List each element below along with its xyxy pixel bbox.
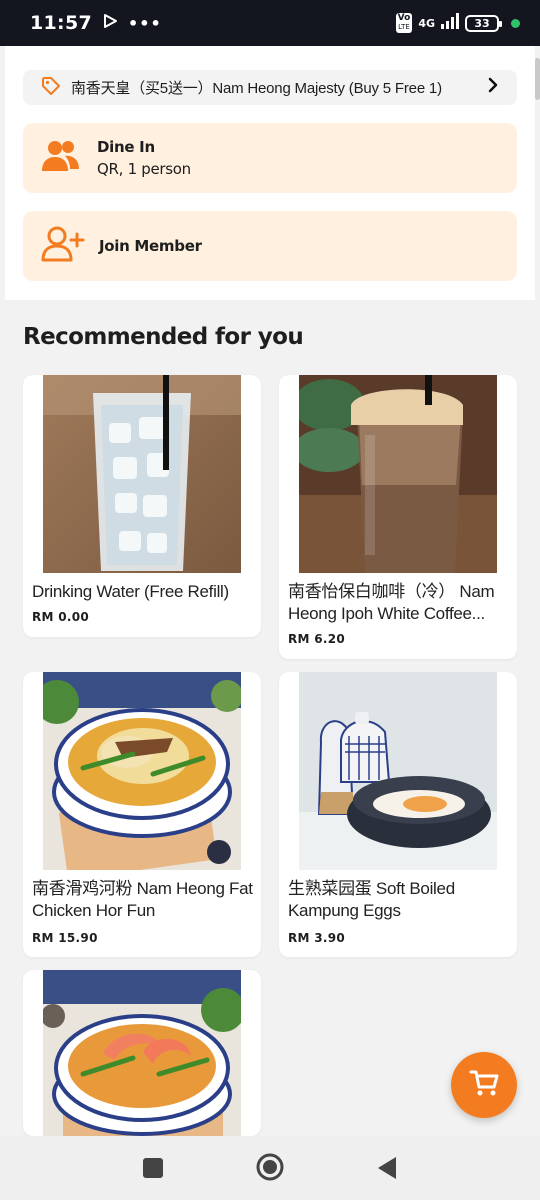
cart-button[interactable] [451,1052,517,1118]
battery-icon: 33 [465,14,502,32]
product-price: RM 3.90 [288,931,346,945]
product-card[interactable]: 南香滑鸡河粉 Nam Heong Fat Chicken Hor Fun RM … [23,672,261,957]
product-name: 生熟菜园蛋 Soft Boiled Kampung Eggs [288,879,455,920]
join-member-title: Join Member [99,237,202,255]
order-mode-title: Dine In [97,138,155,156]
product-card[interactable]: 南香怡保白咖啡（冷） Nam Heong Ipoh White Coffee..… [279,375,517,659]
add-user-icon [41,226,87,266]
privacy-dot-icon [511,18,520,28]
section-title: Recommended for you [23,324,304,350]
status-bar: 11:57 ••• Vo LTE 4G 33 [0,0,540,46]
promo-banner[interactable]: 南香天皇（买5送一）Nam Heong Majesty (Buy 5 Free … [23,70,517,105]
status-time: 11:57 [30,12,92,34]
home-button[interactable] [256,1153,284,1185]
order-mode-subtitle: QR, 1 person [97,160,191,178]
join-member-card[interactable]: Join Member [23,211,517,281]
product-price: RM 0.00 [32,610,90,624]
system-nav-bar [0,1136,540,1200]
more-dots-icon: ••• [127,13,162,33]
product-card[interactable]: 生熟菜园蛋 Soft Boiled Kampung Eggs RM 3.90 [279,672,517,957]
network-type: 4G [418,16,435,30]
product-image [35,672,243,881]
dine-in-card[interactable]: Dine In QR, 1 person [23,123,517,193]
scrollbar[interactable] [535,58,540,100]
product-price: RM 6.20 [288,632,346,646]
back-button[interactable] [376,1156,398,1184]
people-icon [41,139,81,177]
product-card[interactable] [23,970,261,1136]
product-price: RM 15.90 [32,931,98,945]
product-card[interactable]: Drinking Water (Free Refill) RM 0.00 [23,375,261,637]
chevron-right-icon [487,77,499,98]
product-name: 南香怡保白咖啡（冷） Nam Heong Ipoh White Coffee..… [288,582,495,623]
shopping-cart-icon [469,1069,499,1101]
product-name: Drinking Water (Free Refill) [32,582,229,601]
tag-icon [41,76,61,100]
signal-icon [441,13,459,33]
volte-badge: Vo LTE [395,13,413,33]
play-store-icon [102,13,118,33]
recents-button[interactable] [142,1157,164,1183]
product-image [293,375,497,573]
product-name: 南香滑鸡河粉 Nam Heong Fat Chicken Hor Fun [32,879,253,920]
product-image [299,672,497,870]
product-image [41,970,245,1136]
promo-text: 南香天皇（买5送一）Nam Heong Majesty (Buy 5 Free … [71,80,442,97]
product-image [43,375,241,573]
